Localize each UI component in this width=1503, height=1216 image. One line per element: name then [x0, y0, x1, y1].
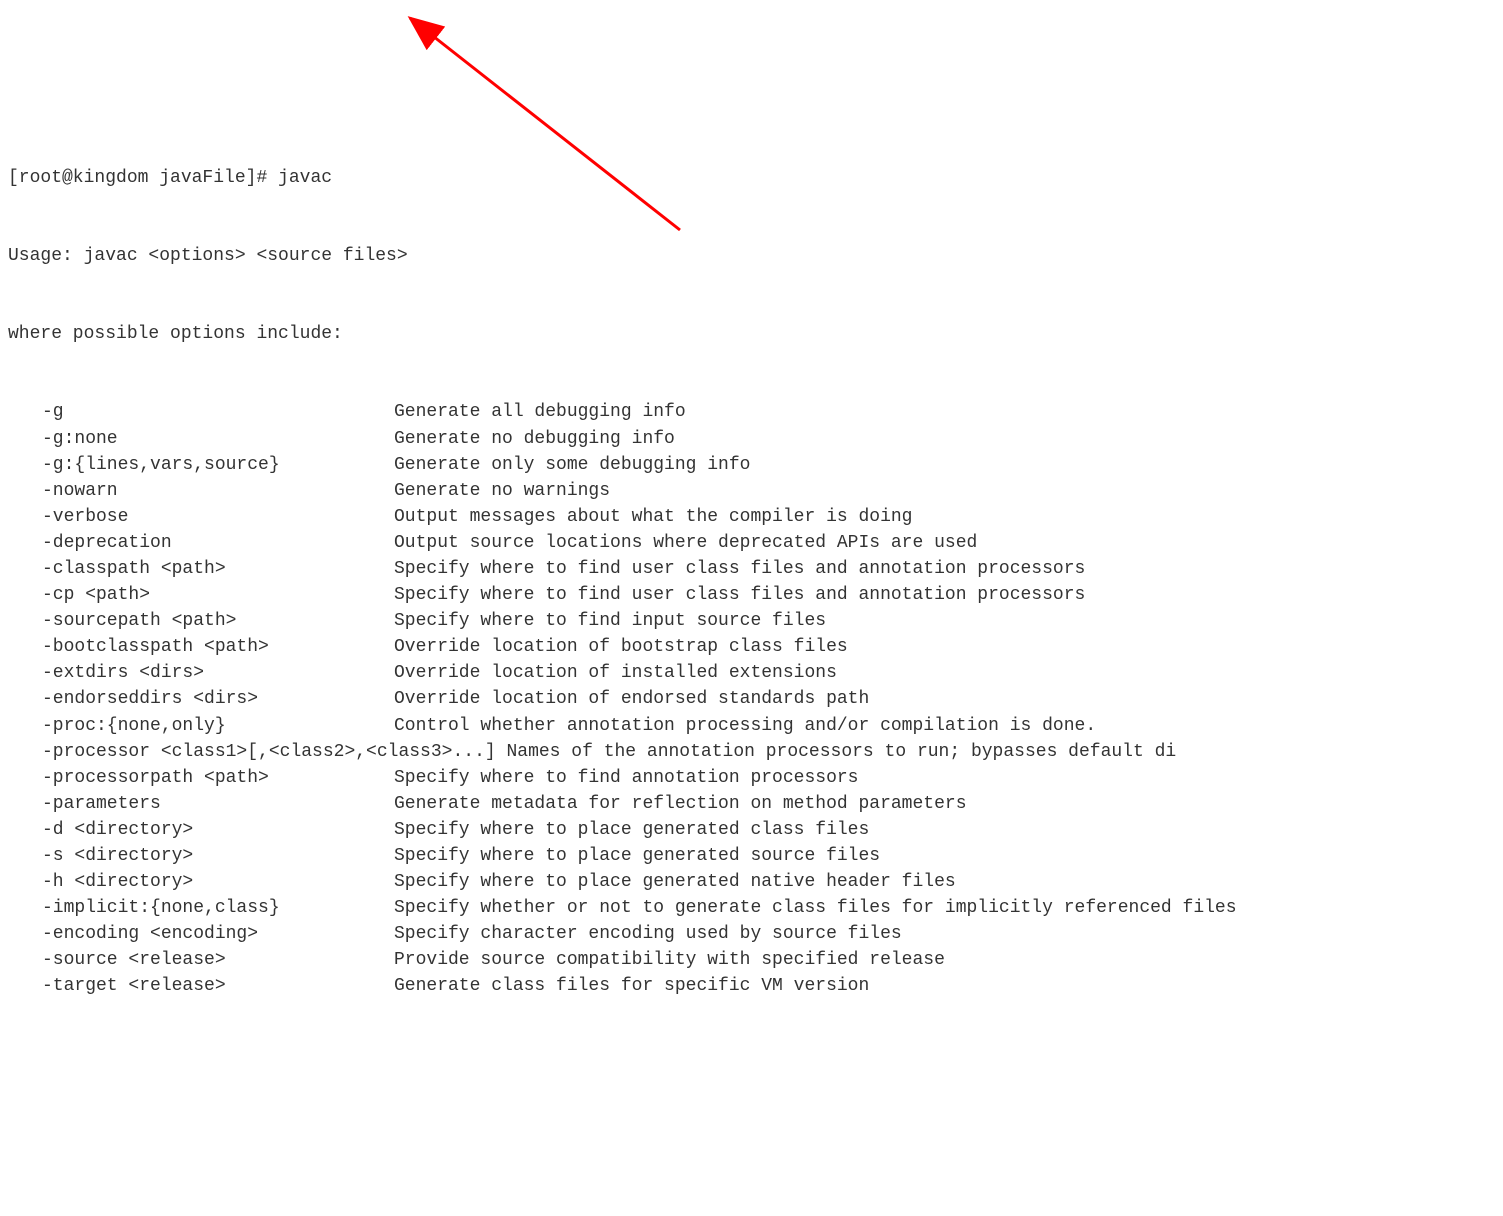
option-indent [8, 739, 42, 765]
option-description: Specify where to find user class files a… [394, 556, 1495, 582]
option-indent [8, 608, 42, 634]
option-row: -cp <path>Specify where to find user cla… [8, 582, 1495, 608]
option-indent [8, 634, 42, 660]
option-indent [8, 895, 42, 921]
option-row: -nowarnGenerate no warnings [8, 478, 1495, 504]
option-description: Specify where to place generated class f… [394, 817, 1495, 843]
option-indent [8, 947, 42, 973]
option-indent [8, 765, 42, 791]
option-description: Override location of endorsed standards … [394, 686, 1495, 712]
option-flag: -h <directory> [42, 869, 394, 895]
where-line: where possible options include: [8, 321, 1495, 347]
option-flag: -target <release> [42, 973, 394, 999]
option-flag: -verbose [42, 504, 394, 530]
option-row: -bootclasspath <path>Override location o… [8, 634, 1495, 660]
option-flag: -proc:{none,only} [42, 713, 394, 739]
option-flag: -g [42, 399, 394, 425]
option-description: Specify where to place generated source … [394, 843, 1495, 869]
option-flag: -g:none [42, 426, 394, 452]
option-indent [8, 530, 42, 556]
option-description: Generate only some debugging info [394, 452, 1495, 478]
option-flag: -encoding <encoding> [42, 921, 394, 947]
option-indent [8, 843, 42, 869]
option-indent [8, 686, 42, 712]
option-row: -d <directory>Specify where to place gen… [8, 817, 1495, 843]
option-description: Specify character encoding used by sourc… [394, 921, 1495, 947]
option-row: -gGenerate all debugging info [8, 399, 1495, 425]
option-description: Specify where to find input source files [394, 608, 1495, 634]
option-description: Control whether annotation processing an… [394, 713, 1495, 739]
options-list: -gGenerate all debugging info-g:noneGene… [8, 399, 1495, 999]
option-indent [8, 791, 42, 817]
option-flag: -d <directory> [42, 817, 394, 843]
option-flag: -nowarn [42, 478, 394, 504]
option-flag: -cp <path> [42, 582, 394, 608]
option-description: Output source locations where deprecated… [394, 530, 1495, 556]
option-description: Provide source compatibility with specif… [394, 947, 1495, 973]
option-row: -target <release>Generate class files fo… [8, 973, 1495, 999]
option-description: Override location of installed extension… [394, 660, 1495, 686]
option-row: -h <directory>Specify where to place gen… [8, 869, 1495, 895]
option-flag: -source <release> [42, 947, 394, 973]
option-flag: -endorseddirs <dirs> [42, 686, 394, 712]
option-flag: -processorpath <path> [42, 765, 394, 791]
option-description: Specify where to place generated native … [394, 869, 1495, 895]
option-row: -proc:{none,only}Control whether annotat… [8, 713, 1495, 739]
option-row: -verboseOutput messages about what the c… [8, 504, 1495, 530]
option-flag: -parameters [42, 791, 394, 817]
option-description: Specify whether or not to generate class… [394, 895, 1495, 921]
option-indent [8, 504, 42, 530]
option-row: -parametersGenerate metadata for reflect… [8, 791, 1495, 817]
option-description: Specify where to find annotation process… [394, 765, 1495, 791]
option-flag: -classpath <path> [42, 556, 394, 582]
option-indent [8, 713, 42, 739]
option-description: Generate no warnings [394, 478, 1495, 504]
option-row: -s <directory>Specify where to place gen… [8, 843, 1495, 869]
option-row: -classpath <path>Specify where to find u… [8, 556, 1495, 582]
option-indent [8, 452, 42, 478]
option-flag: -extdirs <dirs> [42, 660, 394, 686]
command-prompt-line: [root@kingdom javaFile]# javac [8, 165, 1495, 191]
option-indent [8, 478, 42, 504]
option-indent [8, 817, 42, 843]
option-description: Generate all debugging info [394, 399, 1495, 425]
option-indent [8, 426, 42, 452]
option-indent [8, 582, 42, 608]
option-description: Generate class files for specific VM ver… [394, 973, 1495, 999]
option-description: Generate metadata for reflection on meth… [394, 791, 1495, 817]
option-flag: -implicit:{none,class} [42, 895, 394, 921]
option-flag: -s <directory> [42, 843, 394, 869]
option-description: Specify where to find user class files a… [394, 582, 1495, 608]
option-row: -extdirs <dirs>Override location of inst… [8, 660, 1495, 686]
option-flag: -processor <class1>[,<class2>,<class3>..… [42, 739, 1176, 765]
option-row: -g:{lines,vars,source}Generate only some… [8, 452, 1495, 478]
option-indent [8, 869, 42, 895]
terminal-output: [root@kingdom javaFile]# javac Usage: ja… [8, 112, 1495, 1025]
option-indent [8, 973, 42, 999]
option-description: Output messages about what the compiler … [394, 504, 1495, 530]
option-row: -sourcepath <path>Specify where to find … [8, 608, 1495, 634]
option-indent [8, 660, 42, 686]
option-row: -implicit:{none,class}Specify whether or… [8, 895, 1495, 921]
usage-line: Usage: javac <options> <source files> [8, 243, 1495, 269]
option-indent [8, 921, 42, 947]
option-row: -deprecationOutput source locations wher… [8, 530, 1495, 556]
option-description: Generate no debugging info [394, 426, 1495, 452]
option-row: -endorseddirs <dirs>Override location of… [8, 686, 1495, 712]
option-indent [8, 399, 42, 425]
option-row: -processorpath <path>Specify where to fi… [8, 765, 1495, 791]
option-flag: -g:{lines,vars,source} [42, 452, 394, 478]
option-row: -encoding <encoding>Specify character en… [8, 921, 1495, 947]
option-row: -processor <class1>[,<class2>,<class3>..… [8, 739, 1495, 765]
option-row: -g:noneGenerate no debugging info [8, 426, 1495, 452]
option-description: Override location of bootstrap class fil… [394, 634, 1495, 660]
option-row: -source <release>Provide source compatib… [8, 947, 1495, 973]
option-flag: -bootclasspath <path> [42, 634, 394, 660]
option-indent [8, 556, 42, 582]
option-flag: -deprecation [42, 530, 394, 556]
option-flag: -sourcepath <path> [42, 608, 394, 634]
